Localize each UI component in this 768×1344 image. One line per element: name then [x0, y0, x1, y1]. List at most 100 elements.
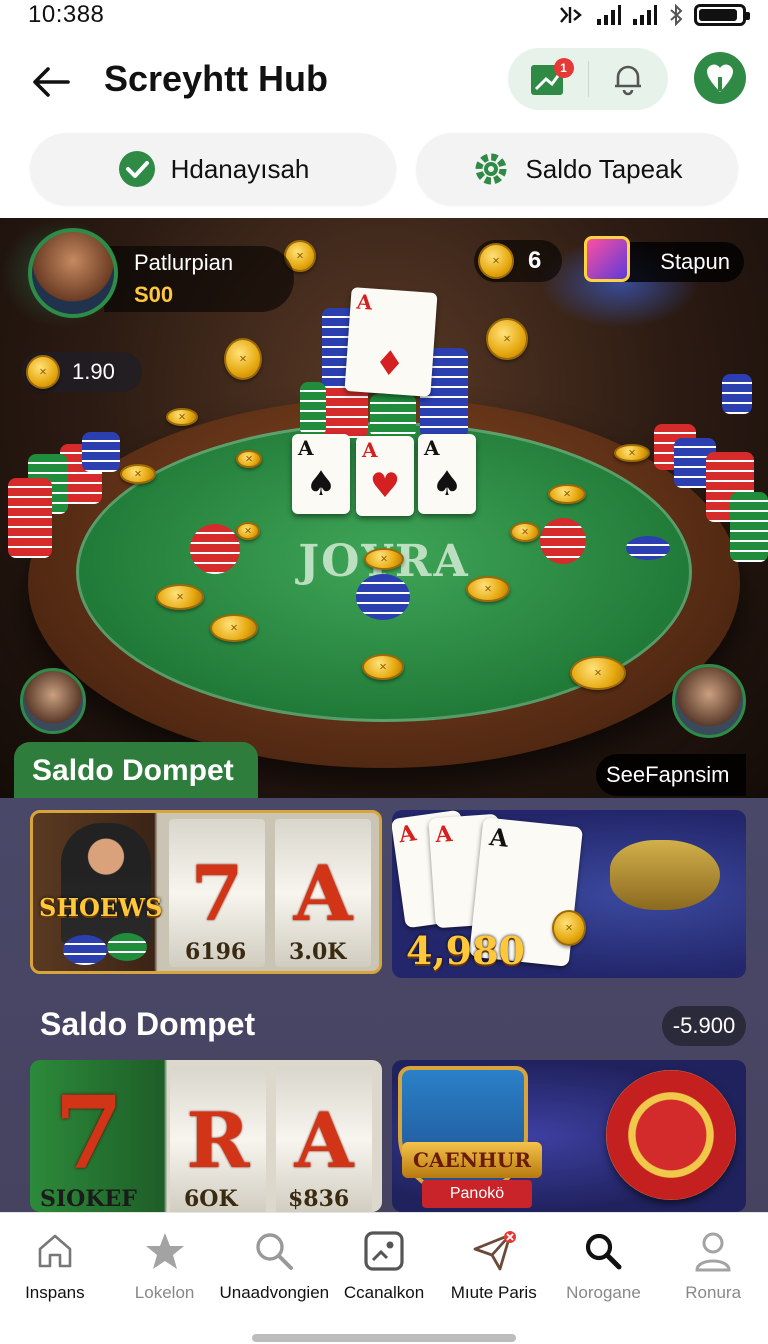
nav-label: Lokelon — [134, 1283, 195, 1302]
filter-chip-hdanayisah[interactable]: Hdanayısah — [30, 133, 396, 205]
chip-stack — [730, 492, 768, 562]
nav-label: Ccanalkon — [343, 1283, 425, 1302]
section-value-pill[interactable]: -5.900 — [662, 1006, 746, 1046]
player-avatar — [28, 228, 118, 318]
gold-coin — [614, 444, 650, 462]
card-rank: A — [362, 438, 378, 462]
chip-stack — [82, 432, 120, 472]
nav-label: Ronura — [685, 1283, 742, 1302]
signal-icon-2 — [633, 5, 657, 25]
nav-item-gallery[interactable]: Ccanalkon — [329, 1213, 439, 1322]
section-title: Saldo Dompet — [40, 1006, 256, 1042]
chip-stack — [8, 478, 52, 558]
slot-machine-icon — [584, 236, 630, 282]
home-icon — [33, 1229, 77, 1273]
app-header: Screyhtt Hub 1 — [0, 40, 768, 124]
status-bar: 10:388 — [0, 0, 768, 30]
nav-label: Unaadvongien — [219, 1283, 330, 1302]
nav-item-home[interactable]: Inspans — [0, 1213, 110, 1322]
balance-chip[interactable]: 1.90 — [22, 352, 142, 392]
game-card-slots[interactable]: 7 A SHOEWS 6196 3.0K — [30, 810, 382, 974]
game-title: SHOEWS — [39, 893, 163, 922]
nav-label: Norogane — [566, 1283, 641, 1302]
search-icon — [252, 1229, 296, 1273]
dealer-figure — [61, 823, 151, 943]
search-icon — [581, 1229, 625, 1273]
player-name: Patlurpian — [134, 250, 234, 275]
chip-stack — [540, 518, 586, 564]
gold-coin — [120, 464, 156, 484]
nav-item-favorites[interactable]: Lokelon — [110, 1213, 220, 1322]
game-amount: 4,980 — [406, 928, 525, 973]
game-stat: 3.0K — [289, 939, 347, 965]
nav-item-send[interactable]: Mıute Paris — [439, 1213, 549, 1322]
see-all-button[interactable]: SeeFapnsim — [596, 754, 746, 796]
game-stat: $836 — [288, 1186, 350, 1212]
chip-stack — [320, 388, 368, 438]
gold-coin — [364, 548, 404, 570]
chip-stack — [63, 935, 107, 965]
spin-button[interactable]: Stapun — [584, 236, 744, 282]
game-card-cards[interactable]: A A A 4,980 — [392, 810, 746, 978]
back-button[interactable] — [28, 60, 74, 104]
filter-chip-saldo-tapeak[interactable]: Saldo Tapeak — [416, 133, 738, 205]
nav-item-search[interactable]: Unaadvongien — [219, 1213, 329, 1322]
status-icons — [558, 4, 750, 26]
chip-stack — [356, 574, 410, 620]
card-suit: ♠ — [431, 464, 463, 504]
user-icon — [691, 1229, 735, 1273]
player-info: Patlurpian S00 — [104, 246, 294, 312]
game-subtitle: Panokö — [422, 1180, 532, 1208]
game-stat: 6OK — [184, 1186, 238, 1212]
photo-icon — [362, 1229, 406, 1273]
header-actions: 1 — [508, 48, 668, 110]
chip-stack — [300, 382, 326, 436]
notification-button[interactable]: 1 — [508, 48, 588, 110]
game-card-slots-2[interactable]: 7 R A SIOKEF 6OK $836 — [30, 1060, 382, 1212]
status-time: 10:388 — [28, 1, 105, 28]
big-seven: 7 — [54, 1074, 124, 1192]
nav-item-explore[interactable]: Norogane — [549, 1213, 659, 1322]
coin-count: 6 — [528, 247, 542, 274]
coin-counter[interactable]: 6 — [474, 240, 562, 282]
home-indicator[interactable] — [252, 1334, 516, 1342]
game-card-crest[interactable]: CAENHUR Panokö — [392, 1060, 746, 1212]
spin-label: Stapun — [660, 249, 730, 274]
playing-card: A ♠ — [418, 434, 476, 514]
heart-pin-icon — [707, 64, 733, 92]
alerts-button[interactable] — [589, 48, 669, 110]
bluetooth-icon — [670, 4, 683, 26]
gold-coin — [210, 614, 258, 642]
chip-label: Saldo Tapeak — [525, 153, 683, 184]
game-list: 7 A SHOEWS 6196 3.0K A A A 4,980 Saldo D… — [0, 798, 768, 1212]
game-stat: 6196 — [185, 939, 247, 965]
gold-coin — [236, 522, 260, 540]
nfc-icon — [560, 7, 582, 23]
signal-icon — [597, 5, 621, 25]
opponent-avatar[interactable] — [20, 668, 86, 734]
fish-illustration — [610, 840, 720, 910]
gear-icon — [475, 153, 507, 185]
player-badge[interactable]: Patlurpian S00 — [28, 228, 294, 318]
section-tab[interactable]: Saldo Dompet — [14, 742, 258, 798]
chip-label: Hdanayısah — [170, 153, 310, 184]
bell-icon — [615, 65, 642, 96]
gold-coin — [362, 654, 404, 680]
paper-plane-icon — [472, 1229, 516, 1273]
playing-card: A ♥ — [356, 436, 414, 516]
chip-stack — [107, 933, 147, 961]
hero-banner[interactable]: JOYRA A ♦ A ♠ A ♥ A ♠ — [0, 218, 768, 798]
nav-item-profile[interactable]: Ronura — [658, 1213, 768, 1322]
chip-stack — [722, 374, 752, 414]
bottom-navigation: Inspans Lokelon Unaadvongien Ccanalkon M… — [0, 1212, 768, 1322]
profile-button[interactable] — [694, 52, 746, 104]
gold-coin — [166, 408, 198, 426]
opponent-avatar[interactable] — [672, 664, 746, 738]
game-title: SIOKEF — [40, 1186, 137, 1212]
playing-card-top: A ♦ — [344, 287, 438, 397]
card-rank: A — [424, 436, 440, 460]
gold-coin — [156, 584, 204, 610]
gold-coin — [552, 910, 586, 946]
card-suit: ♠ — [305, 464, 337, 504]
gold-coin — [510, 522, 540, 542]
